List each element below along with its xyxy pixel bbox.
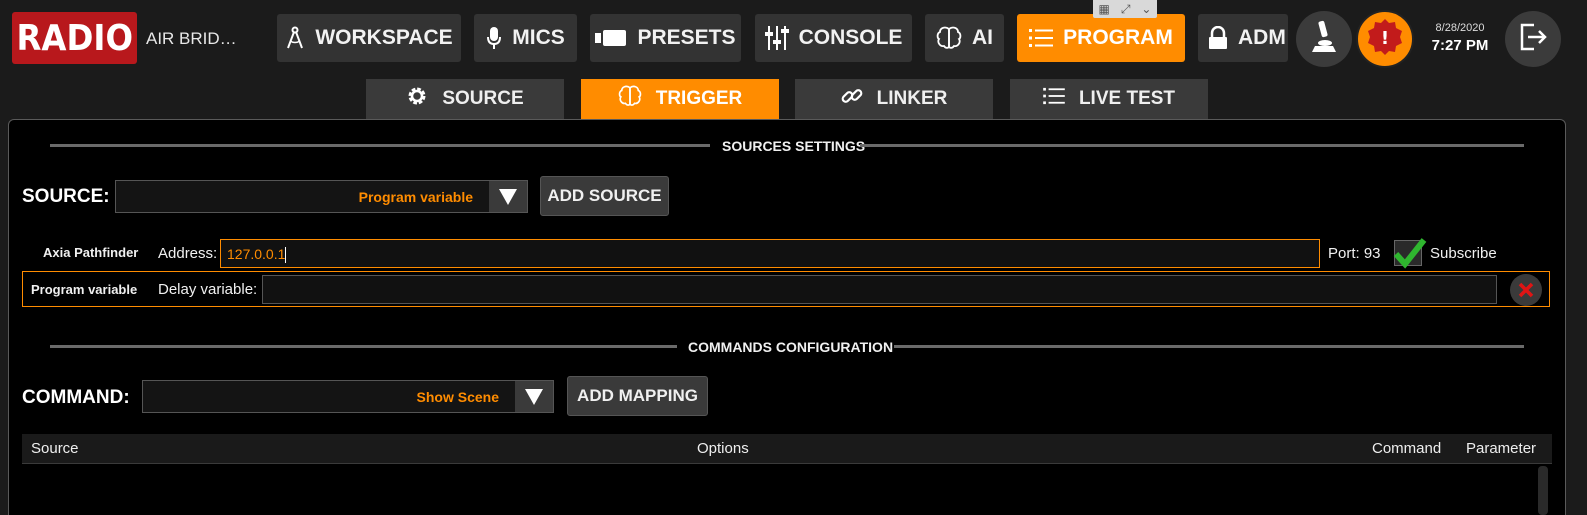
source-select-value: Program variable: [358, 188, 473, 205]
delay-variable-input[interactable]: [262, 275, 1497, 304]
nav-mics[interactable]: MICS: [474, 14, 577, 62]
address-input[interactable]: 127.0.0.1: [220, 239, 1320, 268]
tab-label: SOURCE: [442, 88, 524, 109]
triangle-down-icon[interactable]: [515, 381, 553, 412]
sliders-icon: [764, 25, 789, 51]
program-variable-label: Program variable: [31, 282, 138, 297]
nav-presets[interactable]: PRESETS: [590, 14, 741, 62]
address-label: Address:: [158, 245, 218, 262]
add-mapping-button[interactable]: ADD MAPPING: [567, 376, 708, 416]
delay-variable-value: [263, 282, 269, 298]
command-select[interactable]: Show Scene: [142, 380, 554, 413]
grid-icon[interactable]: ▦: [1098, 2, 1109, 16]
subscribe-checkbox[interactable]: [1393, 238, 1427, 269]
list-icon: [1043, 87, 1065, 111]
nav-admin[interactable]: ADM: [1198, 14, 1288, 62]
delay-variable-label: Delay variable:: [158, 281, 258, 298]
fullscreen-icon[interactable]: ⤢: [1121, 2, 1131, 16]
tab-trigger[interactable]: TRIGGER: [581, 79, 779, 119]
axia-pathfinder-label: Axia Pathfinder: [43, 245, 139, 260]
logout-button[interactable]: [1505, 11, 1561, 67]
nav-label: MICS: [512, 26, 565, 49]
alert-badge-icon: !: [1365, 17, 1405, 62]
divider: [50, 345, 677, 348]
checkmark-icon: [1393, 238, 1427, 269]
text-cursor: [285, 246, 287, 263]
column-header-parameter[interactable]: Parameter: [1466, 440, 1536, 457]
tab-linker[interactable]: LINKER: [795, 79, 993, 119]
brain-icon: [936, 26, 962, 50]
tab-label: LINKER: [876, 88, 948, 109]
tab-source[interactable]: SOURCE: [366, 79, 564, 119]
nav-program[interactable]: PROGRAM: [1017, 14, 1185, 62]
mapping-table-header: [22, 434, 1552, 464]
time-display: 7:27 PM: [1431, 37, 1489, 54]
port-label: Port: 93: [1328, 245, 1381, 262]
command-select-value: Show Scene: [416, 388, 499, 405]
nav-label: PROGRAM: [1063, 26, 1173, 49]
compass-icon: [285, 26, 305, 50]
commands-config-title: COMMANDS CONFIGURATION: [688, 339, 894, 355]
svg-text:!: !: [1381, 28, 1389, 49]
logout-icon: [1518, 22, 1548, 57]
microphone-icon: [486, 26, 502, 50]
link-icon: [841, 85, 863, 113]
station-name: AIR BRID…: [146, 29, 237, 48]
tab-label: TRIGGER: [655, 88, 743, 109]
close-icon: [1518, 282, 1534, 298]
divider: [894, 345, 1524, 348]
nav-label: CONSOLE: [798, 26, 903, 49]
nav-ai[interactable]: AI: [925, 14, 1004, 62]
radio-logo: RADIO: [12, 12, 137, 64]
chevron-down-icon[interactable]: ⌄: [1141, 2, 1151, 16]
divider: [50, 144, 710, 147]
nav-label: AI: [972, 26, 993, 49]
remove-source-button[interactable]: [1510, 274, 1542, 306]
tab-label: LIVE TEST: [1078, 88, 1176, 109]
alert-button[interactable]: !: [1356, 10, 1414, 68]
camera-icon: [595, 28, 627, 48]
nav-workspace[interactable]: WORKSPACE: [277, 14, 461, 62]
nav-console[interactable]: CONSOLE: [755, 14, 912, 62]
gear-icon: [406, 85, 428, 113]
column-header-source[interactable]: Source: [31, 440, 79, 457]
nav-label: PRESETS: [637, 26, 736, 49]
table-scrollbar[interactable]: [1538, 466, 1548, 515]
joystick-button[interactable]: [1296, 11, 1352, 67]
sources-settings-title: SOURCES SETTINGS: [722, 138, 866, 154]
window-mini-controls[interactable]: ▦ ⤢ ⌄: [1093, 0, 1157, 18]
subscribe-label: Subscribe: [1430, 245, 1497, 262]
source-select[interactable]: Program variable: [115, 180, 528, 213]
address-value: 127.0.0.1: [227, 246, 286, 262]
add-source-button[interactable]: ADD SOURCE: [540, 176, 669, 216]
lock-icon: [1208, 26, 1228, 50]
column-header-options[interactable]: Options: [697, 440, 749, 457]
column-header-command[interactable]: Command: [1372, 440, 1441, 457]
tab-live-test[interactable]: LIVE TEST: [1010, 79, 1208, 119]
logo-text: RADIO: [16, 17, 133, 59]
command-label: COMMAND:: [22, 387, 130, 408]
nav-label: WORKSPACE: [315, 26, 453, 49]
brain-icon: [618, 85, 642, 113]
date-display: 8/28/2020: [1435, 22, 1485, 34]
divider: [860, 144, 1524, 147]
nav-label: ADM: [1238, 26, 1286, 49]
source-label: SOURCE:: [22, 186, 110, 207]
triangle-down-icon[interactable]: [489, 181, 527, 212]
list-icon: [1029, 28, 1054, 48]
joystick-icon: [1309, 19, 1339, 60]
